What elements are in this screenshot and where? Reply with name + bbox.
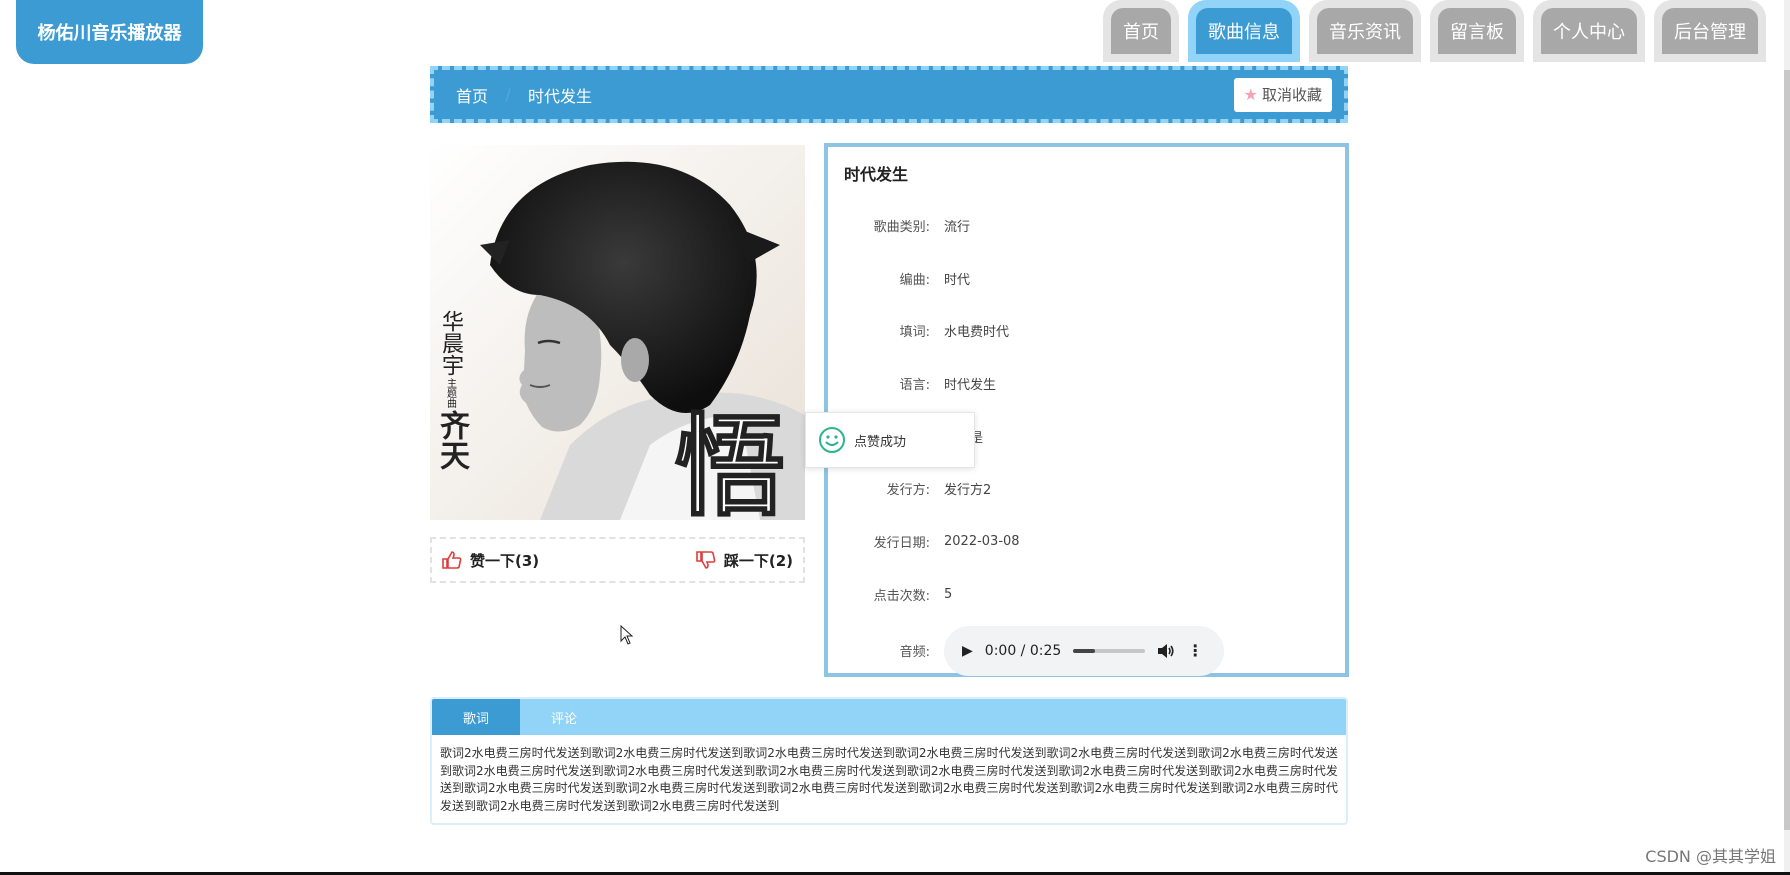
info-value: 2022-03-08: [944, 533, 1020, 549]
song-info-panel: 时代发生 歌曲类别: 流行 编曲: 时代 填词: 水电费时代 语言: 时代发生 …: [824, 143, 1349, 677]
lyrics-text: 歌词2水电费三房时代发送到歌词2水电费三房时代发送到歌词2水电费三房时代发送到歌…: [440, 746, 1338, 813]
toast-message: 点赞成功: [854, 434, 907, 450]
info-row-audio: 音频: ▶ 0:00 / 0:25 ⋮: [844, 621, 1329, 681]
breadcrumb: 首页 / 时代发生 ★ 取消收藏: [430, 66, 1348, 123]
nav-tab-label: 首页: [1111, 8, 1171, 54]
tab-comments[interactable]: 评论: [520, 699, 608, 735]
nav-tab-label: 歌曲信息: [1196, 8, 1292, 54]
star-icon: ★: [1243, 85, 1258, 104]
info-row-category: 歌曲类别: 流行: [844, 199, 1329, 252]
breadcrumb-separator: /: [505, 85, 511, 104]
app-logo-text: 杨佑川音乐播放器: [37, 23, 182, 44]
info-label: 语言:: [899, 377, 930, 393]
cover-side-title: 齐天: [434, 410, 469, 470]
info-label: 歌曲类别:: [873, 219, 930, 235]
app-logo[interactable]: 杨佑川音乐播放器: [16, 0, 203, 64]
scrollbar[interactable]: [1784, 0, 1790, 875]
success-toast: 点赞成功: [805, 412, 975, 468]
nav-tab-message-board[interactable]: 留言板: [1430, 0, 1524, 62]
info-row-play-count: 点击次数: 5: [844, 568, 1329, 621]
nav-tab-personal-center[interactable]: 个人中心: [1533, 0, 1645, 62]
info-row-release-date: 发行日期: 2022-03-08: [844, 515, 1329, 568]
info-row-publisher: 发行方: 发行方2: [844, 462, 1329, 515]
audio-player: ▶ 0:00 / 0:25 ⋮: [944, 625, 1224, 676]
top-nav: 首页 歌曲信息 音乐资讯 留言板 个人中心 后台管理: [1103, 0, 1766, 62]
cover-side-note: 主题曲: [444, 378, 456, 408]
nav-tab-label: 音乐资讯: [1317, 8, 1413, 54]
scrollbar-thumb[interactable]: [1784, 70, 1790, 830]
nav-tab-song-info[interactable]: 歌曲信息: [1188, 0, 1300, 62]
info-label: 音频:: [899, 645, 930, 660]
album-cover-art: 悟: [430, 145, 805, 520]
breadcrumb-home-link[interactable]: 首页: [456, 83, 488, 107]
like-label: 赞一下(3): [470, 551, 540, 570]
info-label: 编曲:: [899, 272, 930, 288]
info-value: 5: [944, 586, 953, 602]
album-cover: 悟 华晨宇 主题曲 齐天: [430, 145, 805, 520]
nav-tab-music-news[interactable]: 音乐资讯: [1309, 0, 1421, 62]
audio-progress-fill: [1073, 648, 1095, 653]
more-options-icon[interactable]: ⋮: [1187, 642, 1203, 659]
info-label: 发行日期:: [873, 535, 930, 551]
song-title: 时代发生: [844, 165, 909, 184]
nav-tab-label: 个人中心: [1541, 8, 1637, 54]
info-label: 点击次数:: [873, 588, 930, 604]
nav-tab-label: 留言板: [1438, 8, 1516, 54]
thumbs-down-icon: [696, 551, 716, 569]
lyrics-tabs: 歌词 评论: [432, 699, 1346, 735]
unfavorite-button-label: 取消收藏: [1261, 86, 1322, 104]
cover-side-text: 华晨宇 主题曲 齐天: [434, 310, 469, 472]
cover-brush-character: 悟: [675, 402, 785, 520]
unfavorite-button[interactable]: ★ 取消收藏: [1233, 77, 1332, 112]
vote-box: 赞一下(3) 踩一下(2): [430, 537, 805, 583]
info-value: 发行方2: [944, 483, 992, 499]
info-label: 发行方:: [886, 483, 930, 499]
info-value: 水电费时代: [944, 325, 1010, 341]
tab-lyrics[interactable]: 歌词: [432, 699, 520, 735]
play-icon[interactable]: ▶: [962, 643, 973, 659]
audio-progress-bar[interactable]: [1073, 648, 1146, 653]
info-row-lyricist: 填词: 水电费时代: [844, 304, 1329, 357]
info-value: 时代: [944, 272, 971, 288]
info-row-arranger: 编曲: 时代: [844, 252, 1329, 305]
breadcrumb-current: 时代发生: [528, 86, 593, 106]
nav-tab-home[interactable]: 首页: [1103, 0, 1179, 62]
dislike-label: 踩一下(2): [723, 551, 793, 570]
nav-tab-label: 后台管理: [1662, 8, 1758, 54]
dislike-button[interactable]: 踩一下(2): [696, 550, 793, 571]
like-button[interactable]: 赞一下(3): [442, 550, 539, 571]
mouse-cursor-icon: [620, 625, 634, 645]
lyrics-panel: 歌词 评论 歌词2水电费三房时代发送到歌词2水电费三房时代发送到歌词2水电费三房…: [430, 697, 1348, 825]
info-value: 时代发生: [944, 377, 997, 393]
thumbs-up-icon: [442, 551, 462, 569]
info-value: 流行: [944, 219, 971, 235]
info-label: 填词:: [899, 325, 930, 341]
audio-time: 0:00 / 0:25: [984, 642, 1062, 659]
nav-tab-admin[interactable]: 后台管理: [1654, 0, 1766, 62]
watermark: CSDN @其其学姐: [1645, 847, 1776, 866]
info-row-language: 语言: 时代发生: [844, 357, 1329, 410]
cover-artist-name: 华晨宇: [438, 310, 463, 376]
volume-icon[interactable]: [1157, 643, 1175, 659]
smile-icon: [819, 427, 845, 453]
